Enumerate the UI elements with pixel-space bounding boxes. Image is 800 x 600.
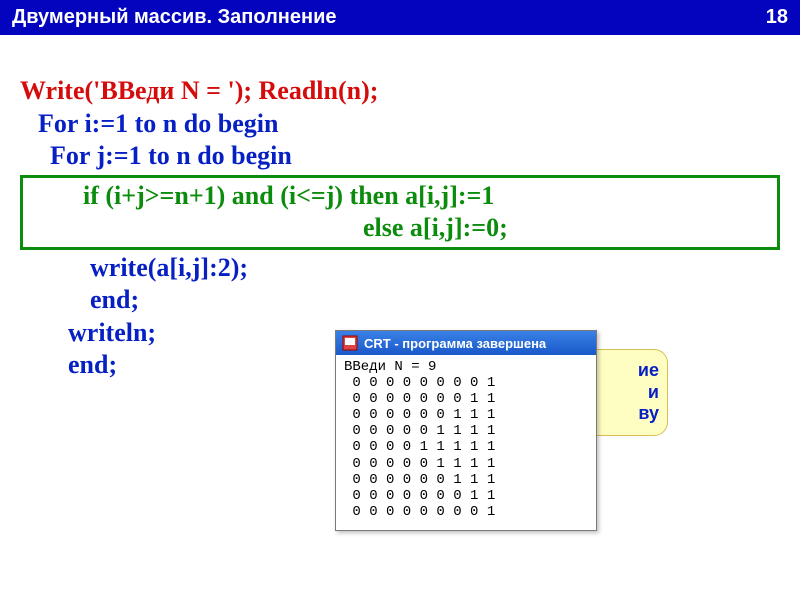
code-if: if (i+j>=n+1) and (i<=j) then a[i,j]:=1 [83, 180, 771, 213]
slide-title: Двумерный массив. Заполнение [12, 6, 337, 29]
slide-title-bar: Двумерный массив. Заполнение 18 [0, 0, 800, 35]
code-end-inner: end; [20, 284, 780, 317]
code-write-aij: write(a[i,j]:2); [20, 252, 780, 285]
crt-title-bar: CRT - программа завершена [336, 331, 596, 355]
code-readln: Readln(n); [259, 76, 379, 105]
crt-output-window: CRT - программа завершена ВВеди N = 9 0 … [335, 330, 597, 531]
code-for-j: For j:=1 to n do begin [20, 140, 780, 173]
crt-body: ВВеди N = 9 0 0 0 0 0 0 0 0 1 0 0 0 0 0 … [336, 355, 596, 530]
crt-matrix: 0 0 0 0 0 0 0 0 1 0 0 0 0 0 0 0 1 1 0 0 … [344, 375, 495, 520]
crt-title-text: CRT - программа завершена [364, 336, 546, 351]
crt-prompt: ВВеди N = 9 [344, 359, 436, 375]
code-for-i: For i:=1 to n do begin [20, 108, 780, 141]
crt-app-icon [342, 335, 358, 351]
code-else: else a[i,j]:=0; [83, 212, 771, 245]
note-line-3: ву [589, 403, 659, 425]
code-condition-box: if (i+j>=n+1) and (i<=j) then a[i,j]:=1 … [20, 175, 780, 250]
note-line-2: и [589, 382, 659, 404]
slide-number: 18 [766, 6, 788, 29]
code-write: Write('ВВеди N = '); [20, 76, 259, 105]
slide-content: Write('ВВеди N = '); Readln(n); For i:=1… [0, 35, 800, 382]
